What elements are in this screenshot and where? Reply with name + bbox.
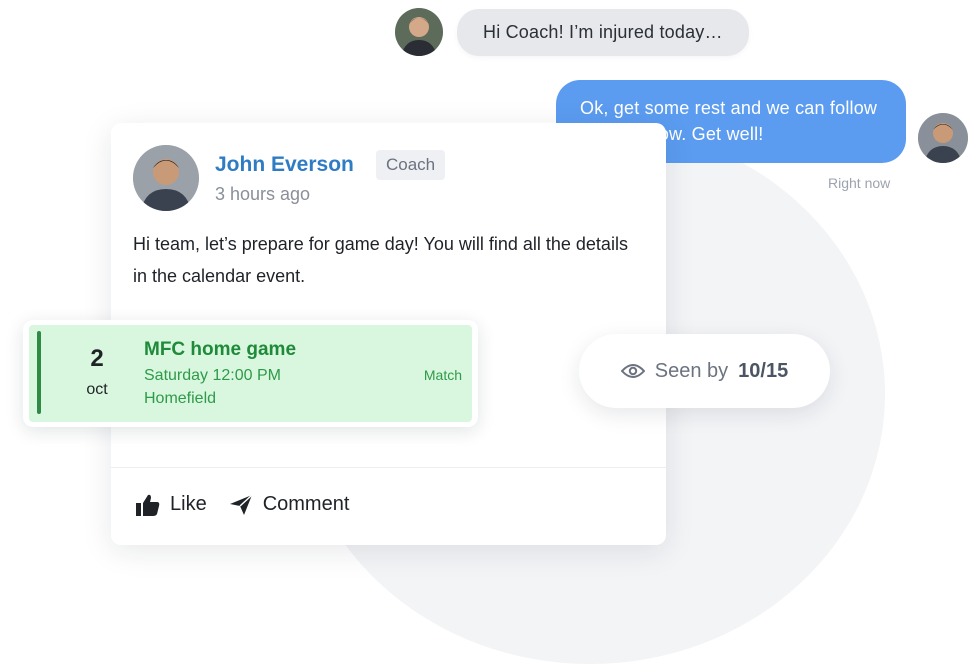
event-type: Match xyxy=(423,367,462,383)
event-location: Homefield xyxy=(144,390,217,407)
event-title: MFC home game xyxy=(144,339,297,360)
seen-by-count: 10/15 xyxy=(738,359,789,382)
calendar-event-card[interactable]: 2 oct MFC home game Saturday 12:00 PM Ho… xyxy=(23,320,478,427)
event-day: 2 xyxy=(90,345,104,372)
post-body: Hi team, let’s prepare for game day! You… xyxy=(133,234,628,286)
comment-label: Comment xyxy=(262,493,350,515)
incoming-message: Hi Coach! I’m injured today… xyxy=(395,8,749,56)
seen-by-label: Seen by xyxy=(654,359,729,382)
like-label: Like xyxy=(170,493,207,515)
event-time: Saturday 12:00 PM xyxy=(144,367,281,384)
incoming-message-bubble: Hi Coach! I’m injured today… xyxy=(457,8,749,56)
event-accent-bar xyxy=(37,331,41,414)
author-avatar-image xyxy=(133,145,199,211)
coach-avatar[interactable] xyxy=(918,113,968,163)
event-body: 2 oct MFC home game Saturday 12:00 PM Ho… xyxy=(29,325,472,422)
player-avatar-image xyxy=(395,8,443,56)
event-month: oct xyxy=(86,381,108,398)
actions-divider xyxy=(111,467,666,468)
comment-button[interactable]: Comment xyxy=(229,493,350,516)
seen-by-badge[interactable]: Seen by 10/15 xyxy=(579,334,830,408)
role-badge: Coach xyxy=(376,150,446,180)
send-icon xyxy=(229,493,253,515)
like-button[interactable]: Like xyxy=(136,493,207,516)
thumbs-up-icon xyxy=(136,494,160,516)
post-actions: Like Comment xyxy=(136,493,349,516)
post-timestamp: 3 hours ago xyxy=(215,184,311,204)
eye-icon xyxy=(620,364,645,378)
player-avatar[interactable] xyxy=(395,8,443,56)
author-name[interactable]: John Everson xyxy=(215,153,354,177)
author-avatar[interactable] xyxy=(133,145,199,211)
coach-avatar-image xyxy=(918,113,968,163)
message-timestamp: Right now xyxy=(828,175,891,191)
